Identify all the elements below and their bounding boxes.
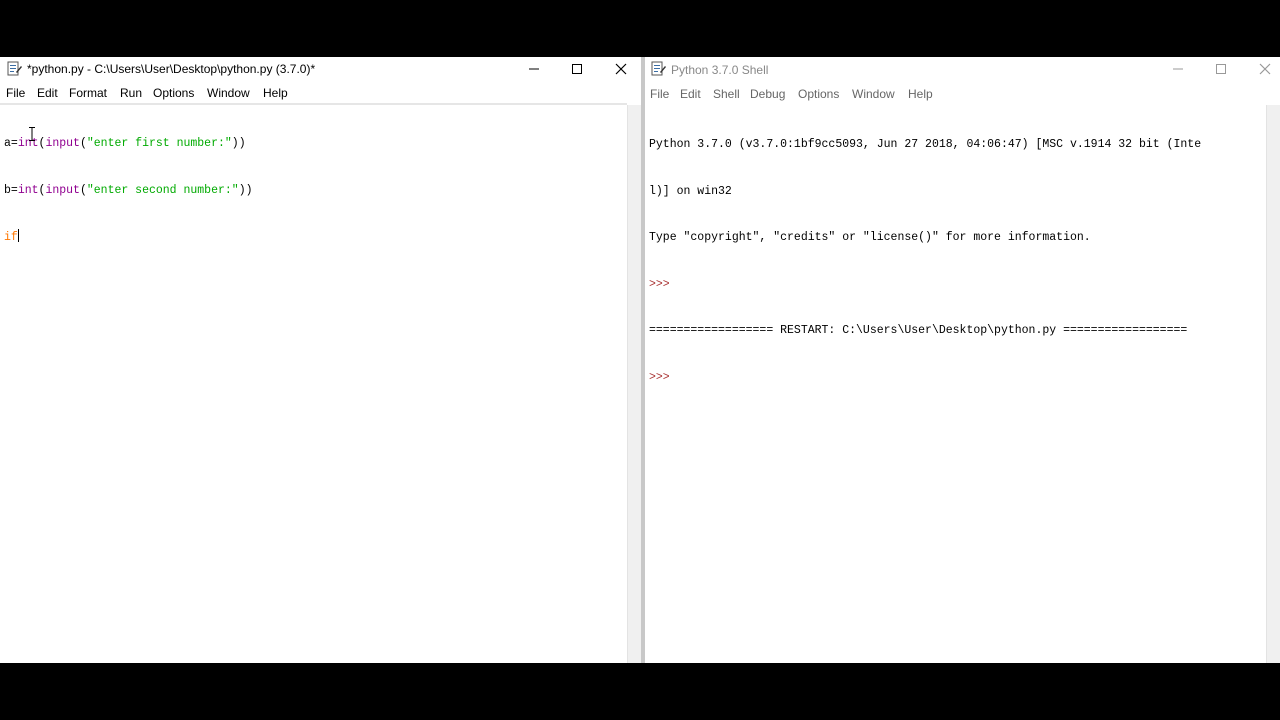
code-line: b=int(input("enter second number:")) — [4, 183, 253, 197]
code-line: if — [4, 229, 19, 244]
shell-line: l)] on win32 — [649, 184, 732, 198]
editor-title: *python.py - C:\Users\User\Desktop\pytho… — [27, 62, 316, 76]
shell-scrollbar[interactable] — [1266, 105, 1280, 663]
minimize-icon — [1173, 68, 1183, 70]
shell-window: Python 3.7.0 Shell File Edit Shell Debug… — [645, 57, 1280, 663]
menu-file[interactable]: File — [6, 86, 25, 100]
text-cursor — [17, 229, 19, 242]
minimize-icon — [529, 68, 539, 70]
shell-output-area[interactable]: Python 3.7.0 (v3.7.0:1bf9cc5093, Jun 27 … — [649, 106, 1201, 416]
menu-format[interactable]: Format — [69, 86, 107, 100]
minimize-button[interactable] — [512, 57, 556, 81]
close-button[interactable] — [599, 57, 641, 81]
shell-title: Python 3.7.0 Shell — [671, 63, 769, 77]
editor-menubar: File Edit Format Run Options Window Help — [0, 81, 641, 103]
shell-menubar: File Edit Shell Debug Options Window Hel… — [645, 81, 1280, 103]
menu-shell[interactable]: Shell — [713, 87, 740, 101]
shell-maximize-button[interactable] — [1199, 57, 1243, 81]
shell-restart-line: ================== RESTART: C:\Users\Use… — [649, 324, 1188, 337]
close-icon — [615, 63, 627, 75]
maximize-icon — [1216, 64, 1226, 74]
shell-prompt: >>> — [649, 370, 670, 384]
menu-window[interactable]: Window — [207, 86, 250, 100]
editor-window: *python.py - C:\Users\User\Desktop\pytho… — [0, 57, 641, 663]
shell-line: Type "copyright", "credits" or "license(… — [649, 231, 1091, 244]
shell-close-button[interactable] — [1243, 57, 1280, 81]
mouse-ibeam-icon — [29, 127, 35, 141]
shell-prompt: >>> — [649, 277, 670, 291]
menu-edit[interactable]: Edit — [37, 86, 58, 100]
python-shell-icon — [651, 61, 666, 76]
menu-help[interactable]: Help — [263, 86, 288, 100]
code-editor-area[interactable]: a=int(input("enter first number:")) b=in… — [4, 105, 253, 277]
menu-edit[interactable]: Edit — [680, 87, 701, 101]
menu-help[interactable]: Help — [908, 87, 933, 101]
editor-scrollbar[interactable] — [627, 105, 641, 663]
maximize-icon — [572, 64, 582, 74]
shell-minimize-button[interactable] — [1156, 57, 1200, 81]
menu-debug[interactable]: Debug — [750, 87, 785, 101]
menu-options[interactable]: Options — [798, 87, 839, 101]
shell-line: Python 3.7.0 (v3.7.0:1bf9cc5093, Jun 27 … — [649, 138, 1202, 151]
menu-window[interactable]: Window — [852, 87, 895, 101]
python-file-icon — [7, 61, 22, 76]
maximize-button[interactable] — [555, 57, 599, 81]
close-icon — [1259, 63, 1271, 75]
editor-titlebar[interactable]: *python.py - C:\Users\User\Desktop\pytho… — [0, 57, 641, 81]
menu-run[interactable]: Run — [120, 86, 142, 100]
menu-options[interactable]: Options — [153, 86, 194, 100]
code-line: a=int(input("enter first number:")) — [4, 137, 246, 150]
shell-titlebar[interactable]: Python 3.7.0 Shell — [645, 57, 1280, 81]
menu-file[interactable]: File — [650, 87, 669, 101]
